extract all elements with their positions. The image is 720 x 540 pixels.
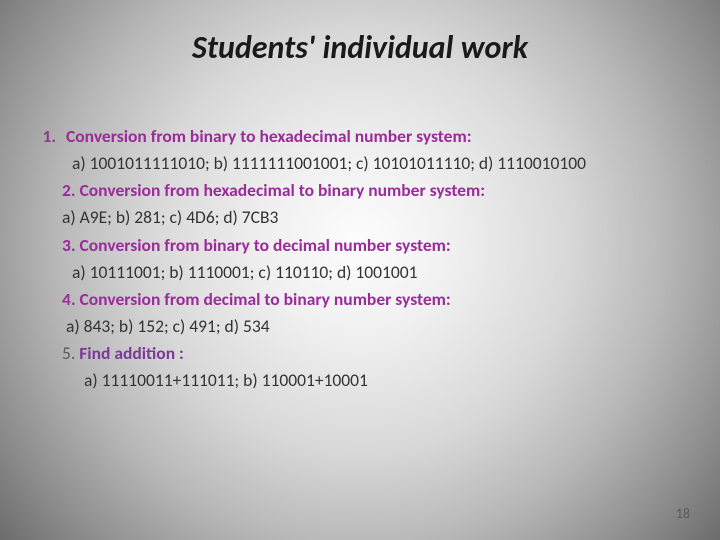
item-2-heading: 2. Conversion from hexadecimal to binary… [36, 177, 684, 204]
item-4-heading: 4. Conversion from decimal to binary num… [36, 286, 684, 313]
item-5-heading: 5. Find addition : [36, 340, 684, 367]
item-3-number: 3. [62, 234, 76, 256]
item-5-number: 5. [62, 342, 75, 364]
item-4-body: a) 843; b) 152; c) 491; d) 534 [36, 313, 684, 340]
item-2-body: a) A9E; b) 281; c) 4D6; d) 7CB3 [36, 204, 684, 231]
page-number: 18 [676, 505, 690, 522]
item-3-heading-text: Conversion from binary to decimal number… [80, 234, 451, 256]
item-3-body: a) 10111001; b) 1110001; c) 110110; d) 1… [36, 259, 684, 286]
item-4-number: 4. [62, 288, 76, 310]
page-title: Students' individual work [0, 0, 720, 71]
item-2-number: 2. [62, 179, 76, 201]
item-2-heading-text: Conversion from hexadecimal to binary nu… [80, 179, 486, 201]
item-3-heading: 3. Conversion from binary to decimal num… [36, 232, 684, 259]
item-1-body: a) 1001011111010; b) 1111111001001; c) 1… [36, 150, 684, 177]
content-block: 1. Conversion from binary to hexadecimal … [0, 71, 720, 394]
item-4-heading-text: Conversion from decimal to binary number… [80, 288, 451, 310]
slide: Students' individual work 1. Conversion f… [0, 0, 720, 540]
item-1-heading: 1. Conversion from binary to hexadecimal … [36, 123, 684, 150]
item-1-heading-text: Conversion from binary to hexadecimal nu… [66, 125, 472, 147]
item-5-heading-text: Find addition : [79, 342, 184, 364]
item-5-body: a) 11110011+111011; b) 110001+10001 [36, 367, 684, 394]
item-1-number: 1. [36, 123, 56, 150]
